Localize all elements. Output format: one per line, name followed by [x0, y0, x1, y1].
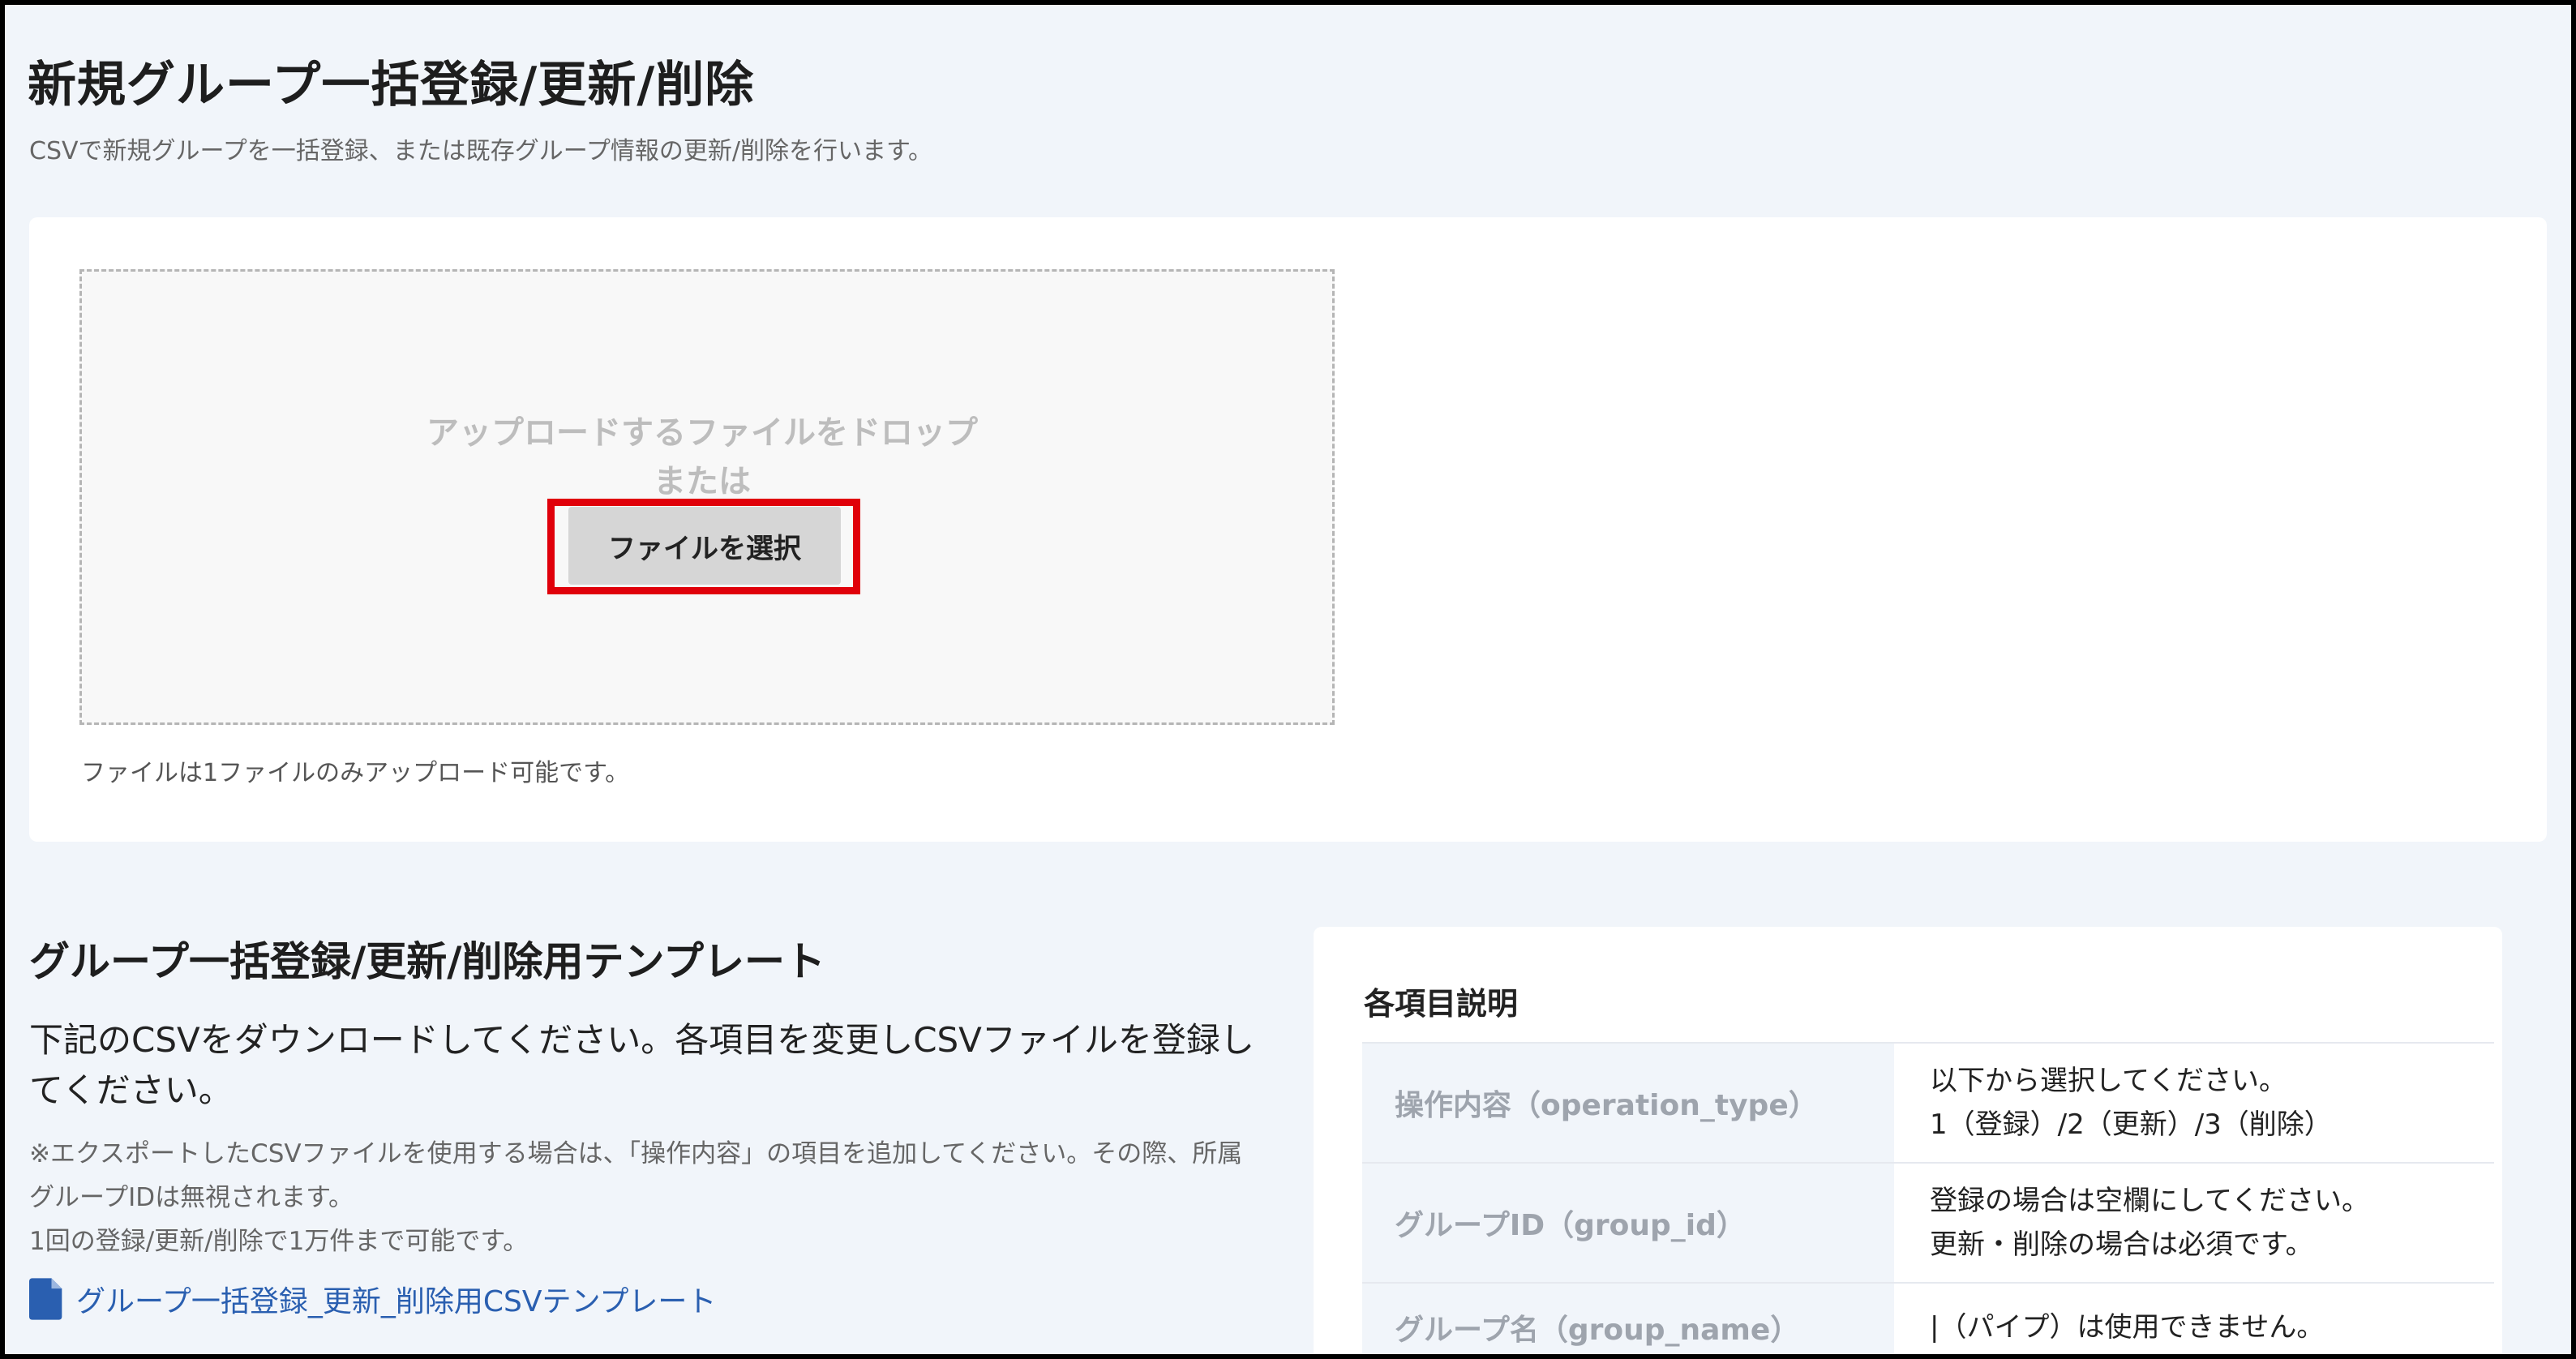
spec-value-line: 以下から選択してください。: [1930, 1065, 2287, 1097]
template-note: ※エクスポートしたCSVファイルを使用する場合は、「操作内容」の項目を追加してく…: [29, 1132, 1262, 1263]
spec-value-line: |（パイプ）は使用できません。: [1930, 1311, 2325, 1344]
template-section: グループ一括登録/更新/削除用テンプレート 下記のCSVをダウンロードしてくださ…: [29, 929, 1278, 1320]
spec-row-group-id: グループID（group_id） 登録の場合は空欄にしてください。 更新・削除の…: [1362, 1162, 2494, 1282]
spec-value: 以下から選択してください。 1（登録）/2（更新）/3（削除）: [1894, 1044, 2494, 1162]
dropzone-text: アップロードするファイルをドロップ: [426, 414, 978, 452]
spec-row-operation-type: 操作内容（operation_type） 以下から選択してください。 1（登録）…: [1362, 1042, 2494, 1162]
spec-title: 各項目説明: [1364, 986, 1519, 1022]
page-title: 新規グループ一括登録/更新/削除: [28, 57, 755, 114]
dropzone-or-text: または: [654, 463, 751, 500]
spec-key: 操作内容（operation_type）: [1362, 1044, 1894, 1162]
spec-value: |（パイプ）は使用できません。: [1894, 1284, 2494, 1354]
upload-card: アップロードするファイルをドロップ または ファイルを選択 ファイルは1ファイル…: [29, 217, 2547, 842]
template-note-limit: 1回の登録/更新/削除で1万件まで可能です。: [29, 1227, 529, 1256]
spec-value-line: 登録の場合は空欄にしてください。: [1930, 1185, 2369, 1217]
spec-key: グループ名（group_name）: [1362, 1284, 1894, 1354]
screenshot-frame: 新規グループ一括登録/更新/削除 CSVで新規グループを一括登録、または既存グル…: [0, 0, 2576, 1359]
spec-row-group-name: グループ名（group_name） |（パイプ）は使用できません。: [1362, 1282, 2494, 1354]
spec-value-line: 1（登録）/2（更新）/3（削除）: [1930, 1108, 2332, 1141]
select-file-button[interactable]: ファイルを選択: [568, 507, 841, 585]
csv-template-link[interactable]: グループ一括登録_更新_削除用CSVテンプレート: [29, 1278, 1278, 1320]
file-dropzone[interactable]: アップロードするファイルをドロップ または ファイルを選択: [79, 269, 1335, 725]
field-spec-card: 各項目説明 操作内容（operation_type） 以下から選択してください。…: [1314, 927, 2502, 1354]
page-subtitle: CSVで新規グループを一括登録、または既存グループ情報の更新/削除を行います。: [29, 137, 933, 165]
template-title: グループ一括登録/更新/削除用テンプレート: [29, 938, 826, 985]
spec-value: 登録の場合は空欄にしてください。 更新・削除の場合は必須です。: [1894, 1164, 2494, 1282]
csv-template-link-label: グループ一括登録_更新_削除用CSVテンプレート: [76, 1285, 717, 1318]
template-note-export: ※エクスポートしたCSVファイルを使用する場合は、「操作内容」の項目を追加してく…: [29, 1139, 1243, 1212]
spec-key: グループID（group_id）: [1362, 1164, 1894, 1282]
document-icon: [29, 1278, 62, 1320]
upload-note: ファイルは1ファイルのみアップロード可能です。: [81, 759, 630, 787]
template-description: 下記のCSVをダウンロードしてください。各項目を変更しCSVファイルを登録してく…: [29, 1020, 1254, 1110]
spec-value-line: 更新・削除の場合は必須です。: [1930, 1228, 2313, 1261]
spec-table: 操作内容（operation_type） 以下から選択してください。 1（登録）…: [1362, 1042, 2494, 1354]
